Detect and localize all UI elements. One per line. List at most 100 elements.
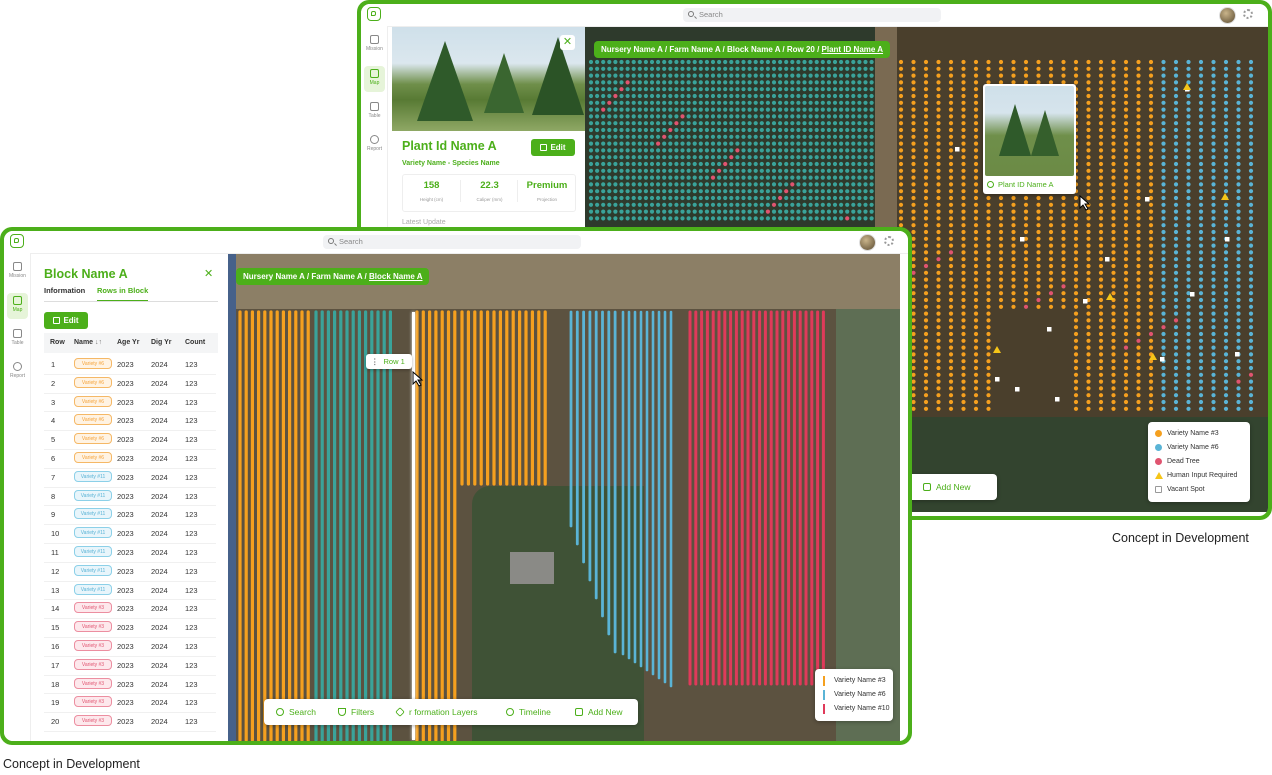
- column-header-count[interactable]: Count: [185, 339, 205, 346]
- variety-pill[interactable]: Variety #11: [74, 546, 112, 557]
- nav-report[interactable]: Report: [7, 359, 28, 385]
- toolbar-add-new-button[interactable]: Add New: [575, 699, 623, 725]
- tree-dot: [1211, 100, 1216, 105]
- back-add-new-button[interactable]: Add New: [923, 474, 971, 500]
- table-row[interactable]: 19 Variety #3 2023 2024 123: [44, 693, 216, 714]
- tree-dot: [692, 216, 697, 221]
- app-logo-icon[interactable]: [10, 234, 24, 248]
- app-logo-icon[interactable]: [367, 7, 381, 21]
- variety-pill[interactable]: Variety #11: [74, 470, 112, 482]
- avatar[interactable]: [859, 234, 876, 251]
- table-row[interactable]: 5 Variety #6 2023 2024 123: [44, 430, 216, 450]
- variety-pill[interactable]: Variety #11: [74, 527, 112, 539]
- tree-dot: [898, 66, 904, 71]
- tree-dot: [1011, 236, 1016, 241]
- variety-pill[interactable]: Variety #6: [74, 376, 112, 388]
- table-row[interactable]: 7 Variety #11 2023 2024 123: [44, 468, 216, 488]
- tab-rows-in-block[interactable]: Rows in Block: [97, 286, 149, 301]
- nav-mission[interactable]: Mission: [7, 259, 28, 285]
- tree-dot: [674, 189, 679, 194]
- nav-mission[interactable]: Mission: [364, 32, 385, 58]
- variety-pill[interactable]: Variety #11: [74, 564, 112, 576]
- variety-pill[interactable]: Variety #6: [74, 452, 112, 463]
- breadcrumb-current[interactable]: Plant ID Name A: [822, 45, 884, 54]
- tree-dot: [948, 73, 954, 78]
- tree-dot: [668, 175, 673, 180]
- table-row[interactable]: 9 Variety #11 2023 2024 123: [44, 505, 216, 526]
- row-tooltip[interactable]: ⋮ Row 1: [366, 354, 412, 369]
- variety-pill[interactable]: Variety #3: [74, 658, 112, 670]
- tree-dot: [656, 148, 661, 153]
- tree-dot: [832, 155, 838, 160]
- plant-popup[interactable]: Plant ID Name A: [983, 84, 1076, 194]
- column-header-name[interactable]: Name ↓↑: [74, 339, 102, 346]
- tree-dot: [1248, 359, 1254, 364]
- tree-dot: [765, 59, 770, 65]
- gear-icon[interactable]: [1243, 9, 1253, 19]
- tree-dot: [1198, 66, 1204, 71]
- nav-map[interactable]: Map: [7, 293, 28, 319]
- close-button[interactable]: ✕: [560, 35, 575, 50]
- tree-dot: [595, 127, 600, 133]
- variety-pill[interactable]: Variety #11: [74, 508, 112, 520]
- table-row[interactable]: 14 Variety #3 2023 2024 123: [44, 599, 216, 620]
- breadcrumb-current[interactable]: Block Name A: [369, 272, 423, 281]
- table-row[interactable]: 17 Variety #3 2023 2024 123: [44, 656, 216, 676]
- table-row[interactable]: 6 Variety #6 2023 2024 123: [44, 449, 216, 469]
- nav-table[interactable]: Table: [364, 99, 385, 125]
- nav-table[interactable]: Table: [7, 326, 28, 352]
- nav-report[interactable]: Report: [364, 132, 385, 158]
- table-row[interactable]: 8 Variety #11 2023 2024 123: [44, 487, 216, 507]
- variety-pill[interactable]: Variety #3: [74, 602, 112, 614]
- table-row[interactable]: 3 Variety #6 2023 2024 123: [44, 393, 216, 413]
- front-search-input[interactable]: Search: [323, 235, 581, 249]
- column-header-age[interactable]: Age Yr: [117, 339, 139, 346]
- variety-pill[interactable]: Variety #3: [74, 640, 112, 651]
- tree-dot: [595, 121, 600, 126]
- table-row[interactable]: 4 Variety #6 2023 2024 123: [44, 411, 216, 432]
- tree-dot: [948, 80, 954, 85]
- table-row[interactable]: 13 Variety #11 2023 2024 123: [44, 581, 216, 601]
- table-row[interactable]: 18 Variety #3 2023 2024 123: [44, 675, 216, 695]
- table-row[interactable]: 1 Variety #6 2023 2024 123: [44, 355, 216, 375]
- table-row[interactable]: 10 Variety #11 2023 2024 123: [44, 524, 216, 544]
- nav-map[interactable]: Map: [364, 66, 385, 92]
- variety-pill[interactable]: Variety #6: [74, 433, 112, 445]
- variety-pill[interactable]: Variety #6: [74, 358, 112, 369]
- gear-icon[interactable]: [884, 236, 894, 246]
- table-row[interactable]: 15 Variety #3 2023 2024 123: [44, 618, 216, 638]
- tab-information[interactable]: Information: [44, 286, 85, 295]
- column-header-dig[interactable]: Dig Yr: [151, 339, 172, 346]
- toolbar-search-button[interactable]: Search: [276, 699, 316, 725]
- front-window: Search Mission Map Table Report Block Na…: [4, 231, 908, 741]
- tree-dot: [1161, 297, 1166, 303]
- variety-pill[interactable]: Variety #6: [74, 414, 112, 426]
- variety-pill[interactable]: Variety #11: [74, 489, 112, 501]
- toolbar-filters-button[interactable]: Filters: [338, 699, 374, 725]
- variety-pill[interactable]: Variety #3: [74, 715, 112, 727]
- plant-edit-button[interactable]: Edit: [531, 139, 575, 156]
- table-row[interactable]: 2 Variety #6 2023 2024 123: [44, 374, 216, 394]
- column-header-row[interactable]: Row: [50, 339, 65, 346]
- variety-pill[interactable]: Variety #11: [74, 583, 112, 595]
- table-row[interactable]: 12 Variety #11 2023 2024 123: [44, 562, 216, 582]
- close-button[interactable]: ✕: [204, 267, 213, 280]
- variety-pill[interactable]: Variety #3: [74, 677, 112, 689]
- table-row[interactable]: 11 Variety #11 2023 2024 123: [44, 543, 216, 563]
- back-search-input[interactable]: Search: [683, 8, 941, 22]
- variety-pill[interactable]: Variety #3: [74, 621, 112, 633]
- tree-dot: [613, 107, 618, 112]
- tree-dot: [680, 216, 685, 221]
- tree-dot: [1186, 73, 1191, 78]
- variety-pill[interactable]: Variety #3: [74, 696, 112, 708]
- table-row[interactable]: 16 Variety #3 2023 2024 123: [44, 637, 216, 657]
- table-row[interactable]: 20 Variety #3 2023 2024 123: [44, 712, 216, 732]
- tree-dot: [668, 168, 673, 173]
- variety-pill[interactable]: Variety #6: [74, 395, 112, 407]
- toolbar-layers-button[interactable]: r formation Layers: [395, 699, 478, 725]
- avatar[interactable]: [1219, 7, 1236, 24]
- toolbar-timeline-button[interactable]: Timeline: [506, 699, 551, 725]
- more-icon[interactable]: ⋮: [371, 354, 379, 369]
- front-map[interactable]: ⋮ Row 1 Nursery Name A / Farm Name A / Bl…: [228, 254, 900, 741]
- block-edit-button[interactable]: Edit: [44, 312, 88, 329]
